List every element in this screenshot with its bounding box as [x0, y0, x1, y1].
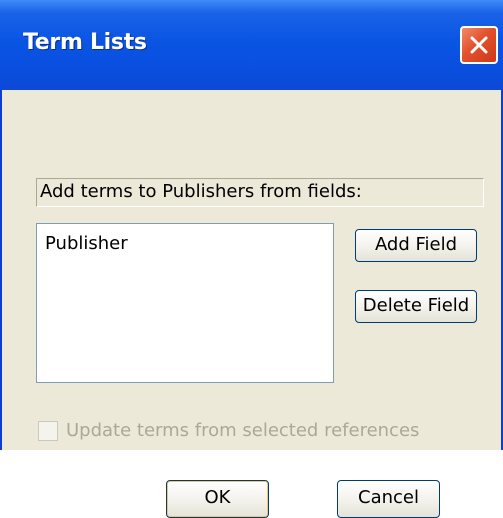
- close-button[interactable]: [460, 26, 498, 64]
- add-field-button[interactable]: Add Field: [355, 229, 477, 262]
- delete-field-button-label: Delete Field: [362, 295, 470, 316]
- cancel-button[interactable]: Cancel: [337, 480, 440, 518]
- list-item[interactable]: Publisher: [45, 233, 128, 254]
- instruction-label: Add terms to Publishers from fields:: [40, 181, 362, 202]
- instruction-label-box: Add terms to Publishers from fields:: [36, 178, 484, 207]
- dialog-body: Add terms to Publishers from fields: Pub…: [2, 90, 501, 518]
- fields-listbox[interactable]: Publisher: [36, 223, 334, 383]
- close-x-icon: [470, 36, 488, 54]
- ok-button-label: OK: [204, 487, 231, 508]
- window-title: Term Lists: [23, 30, 147, 55]
- title-bar[interactable]: Term Lists: [0, 0, 503, 90]
- update-terms-label: Update terms from selected references: [66, 420, 420, 441]
- update-terms-checkbox[interactable]: [38, 421, 58, 441]
- delete-field-button[interactable]: Delete Field: [355, 290, 477, 323]
- add-field-button-label: Add Field: [374, 234, 458, 255]
- term-lists-dialog: Term Lists Add terms to Publishers from …: [0, 0, 503, 518]
- ok-button[interactable]: OK: [166, 480, 269, 518]
- cancel-button-label: Cancel: [358, 487, 419, 508]
